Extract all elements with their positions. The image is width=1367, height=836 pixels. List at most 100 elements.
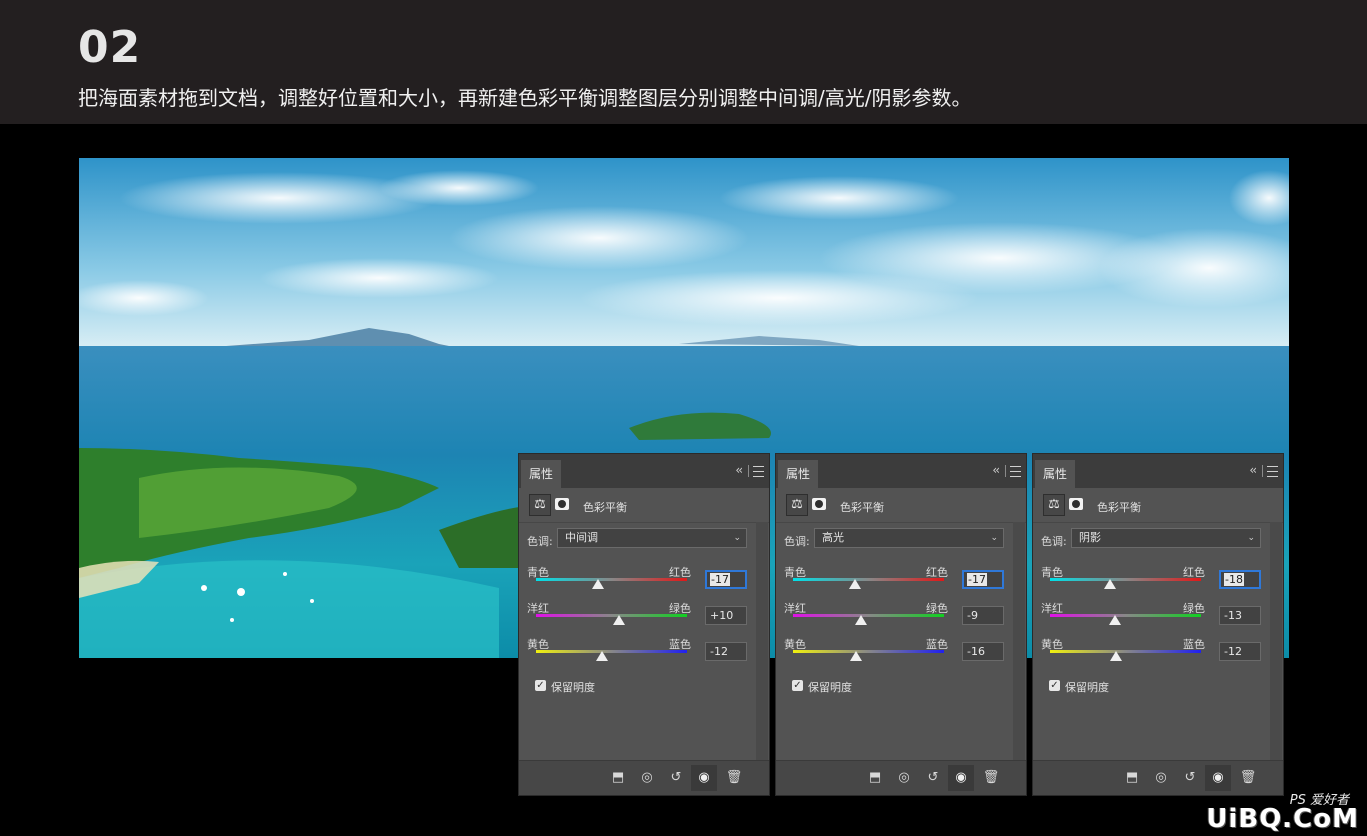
trash-icon[interactable]: 🗑 <box>1239 769 1257 787</box>
slider-magenta-green: 洋红 绿色 -13 <box>1033 600 1283 634</box>
slider-value-input[interactable]: -18 <box>1219 570 1261 589</box>
slider-track[interactable] <box>1050 578 1201 581</box>
slider-value-text: -17 <box>710 573 730 586</box>
tone-select-value: 高光 <box>822 531 844 544</box>
adjustment-title: 色彩平衡 <box>1097 501 1141 514</box>
slider-value-input[interactable]: -9 <box>962 606 1004 625</box>
slider-track[interactable] <box>536 650 687 653</box>
tabbar-divider <box>1005 465 1006 477</box>
tone-select[interactable]: 阴影 ⌄ <box>1071 528 1261 548</box>
adjustment-typebar: ⚖ 色彩平衡 <box>776 488 1026 523</box>
color-balance-icon[interactable]: ⚖ <box>786 494 808 516</box>
slider-thumb[interactable] <box>1110 651 1123 661</box>
slider-thumb[interactable] <box>596 651 609 661</box>
collapse-icon[interactable]: ‹‹ <box>992 463 999 477</box>
slider-track[interactable] <box>793 614 944 617</box>
slider-value-input[interactable]: -12 <box>705 642 747 661</box>
slider-yellow-blue: 黄色 蓝色 -12 <box>519 636 769 670</box>
tab-properties[interactable]: 属性 <box>521 460 561 488</box>
slider-value-input[interactable]: -13 <box>1219 606 1261 625</box>
preserve-luminosity-checkbox[interactable]: ✓ <box>792 680 803 691</box>
slider-thumb[interactable] <box>1108 615 1121 625</box>
color-balance-panel-shadows: 属性 ‹‹ ⚖ 色彩平衡 色调: 阴影 ⌄ 青色 红色 -18 洋红 绿色 -1… <box>1032 453 1284 796</box>
layer-mask-icon[interactable] <box>555 498 569 510</box>
color-balance-icon[interactable]: ⚖ <box>1043 494 1065 516</box>
chevron-down-icon: ⌄ <box>733 533 741 543</box>
tab-properties[interactable]: 属性 <box>778 460 818 488</box>
slider-value-input[interactable]: -17 <box>705 570 747 589</box>
slider-thumb[interactable] <box>1104 579 1117 589</box>
reset-icon[interactable]: ↺ <box>667 769 685 787</box>
slider-cyan-red: 青色 红色 -18 <box>1033 564 1283 598</box>
slider-value-input[interactable]: -16 <box>962 642 1004 661</box>
view-previous-icon[interactable]: ◎ <box>1152 769 1170 787</box>
collapse-icon[interactable]: ‹‹ <box>1249 463 1256 477</box>
slider-value-text: -18 <box>1224 573 1244 586</box>
slider-track[interactable] <box>536 614 687 617</box>
adjustment-title: 色彩平衡 <box>583 501 627 514</box>
preserve-luminosity-label: 保留明度 <box>551 681 595 694</box>
trash-icon[interactable]: 🗑 <box>725 769 743 787</box>
panel-footer: ⬒ ◎ ↺ ◉ 🗑 <box>776 760 1026 795</box>
slider-thumb[interactable] <box>848 579 861 589</box>
panel-footer: ⬒ ◎ ↺ ◉ 🗑 <box>519 760 769 795</box>
tab-properties[interactable]: 属性 <box>1035 460 1075 488</box>
slider-track[interactable] <box>793 578 944 581</box>
slider-value-text: -17 <box>967 573 987 586</box>
visibility-eye-icon: ◉ <box>1212 770 1224 785</box>
clip-to-layer-icon[interactable]: ⬒ <box>1123 769 1141 787</box>
collapse-icon[interactable]: ‹‹ <box>735 463 742 477</box>
watermark-logo: UiBQ.CoM <box>1206 804 1359 834</box>
clip-to-layer-icon[interactable]: ⬒ <box>866 769 884 787</box>
header-banner: 02 把海面素材拖到文档，调整好位置和大小，再新建色彩平衡调整图层分别调整中间调… <box>0 0 1367 124</box>
slider-track[interactable] <box>536 578 687 581</box>
tone-label: 色调: <box>1041 535 1067 548</box>
reset-icon[interactable]: ↺ <box>924 769 942 787</box>
slider-magenta-green: 洋红 绿色 +10 <box>519 600 769 634</box>
tone-label: 色调: <box>784 535 810 548</box>
visibility-toggle[interactable]: ◉ <box>948 765 974 791</box>
view-previous-icon[interactable]: ◎ <box>895 769 913 787</box>
panel-menu-icon[interactable] <box>1010 466 1021 477</box>
slider-track[interactable] <box>1050 614 1201 617</box>
slider-thumb[interactable] <box>591 579 604 589</box>
visibility-eye-icon: ◉ <box>698 770 710 785</box>
color-balance-panel-highlights: 属性 ‹‹ ⚖ 色彩平衡 色调: 高光 ⌄ 青色 红色 -17 洋红 绿色 -9… <box>775 453 1027 796</box>
reset-icon[interactable]: ↺ <box>1181 769 1199 787</box>
visibility-toggle[interactable]: ◉ <box>691 765 717 791</box>
trash-icon[interactable]: 🗑 <box>982 769 1000 787</box>
view-previous-icon[interactable]: ◎ <box>638 769 656 787</box>
tone-select-value: 阴影 <box>1079 531 1101 544</box>
slider-thumb[interactable] <box>613 615 626 625</box>
panel-tabbar: 属性 ‹‹ <box>1033 454 1283 488</box>
color-balance-icon[interactable]: ⚖ <box>529 494 551 516</box>
slider-yellow-blue: 黄色 蓝色 -12 <box>1033 636 1283 670</box>
tone-select[interactable]: 中间调 ⌄ <box>557 528 747 548</box>
preserve-luminosity-checkbox[interactable]: ✓ <box>535 680 546 691</box>
chevron-down-icon: ⌄ <box>1247 533 1255 543</box>
adjustment-typebar: ⚖ 色彩平衡 <box>1033 488 1283 523</box>
slider-track[interactable] <box>1050 650 1201 653</box>
step-number: 02 <box>78 22 142 73</box>
color-balance-panel-midtones: 属性 ‹‹ ⚖ 色彩平衡 色调: 中间调 ⌄ 青色 红色 -17 洋红 绿色 +… <box>518 453 770 796</box>
layer-mask-icon[interactable] <box>1069 498 1083 510</box>
step-description: 把海面素材拖到文档，调整好位置和大小，再新建色彩平衡调整图层分别调整中间调/高光… <box>78 86 972 110</box>
slider-value-input[interactable]: +10 <box>705 606 747 625</box>
tone-select[interactable]: 高光 ⌄ <box>814 528 1004 548</box>
visibility-toggle[interactable]: ◉ <box>1205 765 1231 791</box>
slider-value-input[interactable]: -12 <box>1219 642 1261 661</box>
chevron-down-icon: ⌄ <box>990 533 998 543</box>
layer-mask-icon[interactable] <box>812 498 826 510</box>
slider-track[interactable] <box>793 650 944 653</box>
slider-yellow-blue: 黄色 蓝色 -16 <box>776 636 1026 670</box>
slider-thumb[interactable] <box>850 651 863 661</box>
slider-value-input[interactable]: -17 <box>962 570 1004 589</box>
clip-to-layer-icon[interactable]: ⬒ <box>609 769 627 787</box>
tone-select-value: 中间调 <box>565 531 598 544</box>
slider-thumb[interactable] <box>854 615 867 625</box>
slider-magenta-green: 洋红 绿色 -9 <box>776 600 1026 634</box>
panel-menu-icon[interactable] <box>753 466 764 477</box>
tabbar-divider <box>748 465 749 477</box>
panel-menu-icon[interactable] <box>1267 466 1278 477</box>
preserve-luminosity-checkbox[interactable]: ✓ <box>1049 680 1060 691</box>
